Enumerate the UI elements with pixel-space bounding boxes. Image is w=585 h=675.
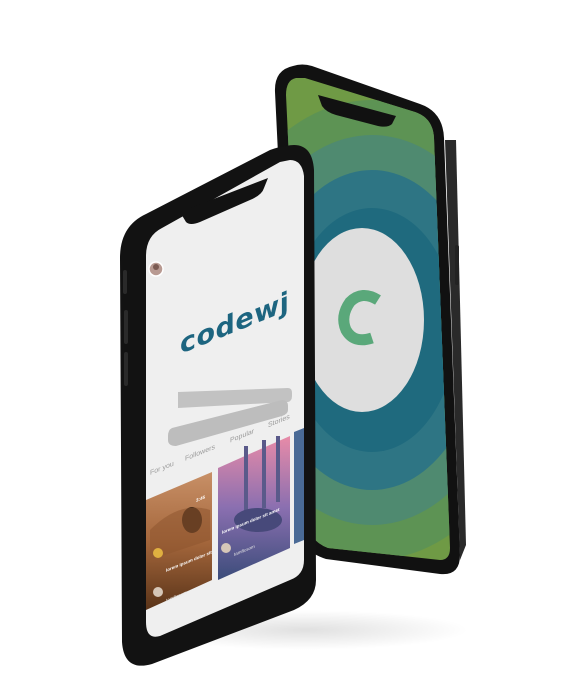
card-1-badge: 3:45 (196, 494, 206, 503)
brand-text: codewj (180, 285, 290, 361)
card-2-author: tamftcsom (234, 543, 255, 557)
tab-stories[interactable]: Stories (268, 414, 290, 430)
tab-bar: For you Followers Popular Stories (150, 409, 300, 490)
mockup-stage: codewj For you Followers Popular Stories… (0, 0, 585, 675)
front-phone: codewj For you Followers Popular Stories… (0, 0, 585, 675)
screen-text-layer: codewj For you Followers Popular Stories… (0, 0, 585, 675)
card-2-title: lorem ipsum dolor sit amet (222, 506, 280, 535)
tab-for-you[interactable]: For you (150, 460, 174, 477)
card-1-author: tamftcsom (166, 589, 187, 603)
tab-popular[interactable]: Popular (230, 428, 254, 445)
brand-logo: codewj (180, 286, 289, 361)
card-1-title: lorem ipsum dolor sit (166, 549, 212, 573)
tab-followers[interactable]: Followers (185, 444, 215, 463)
